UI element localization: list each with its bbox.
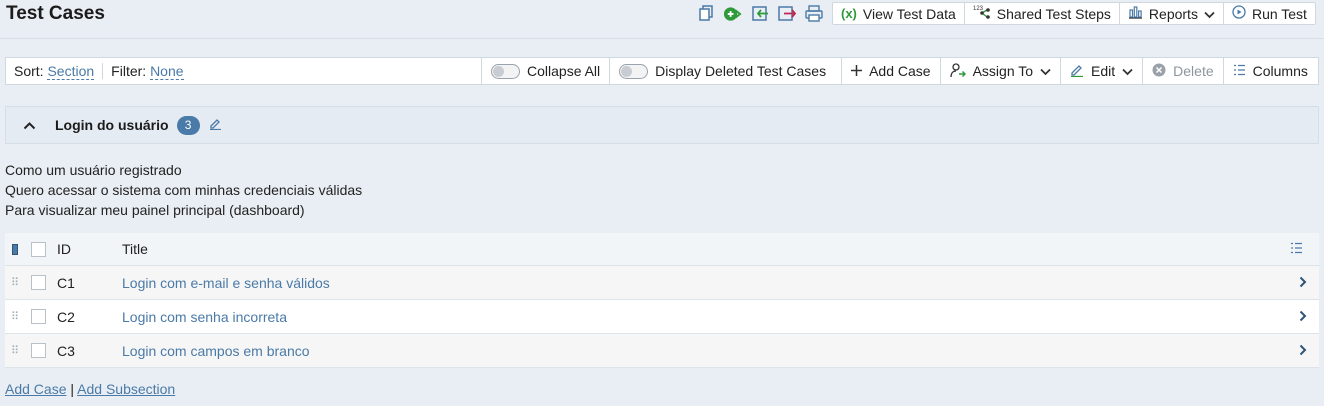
export-icon[interactable] xyxy=(777,4,796,23)
bar-chart-icon xyxy=(1128,5,1143,22)
svg-text:123: 123 xyxy=(973,6,984,12)
add-case-link[interactable]: Add Case xyxy=(5,381,66,397)
section-description: Como um usuário registrado Quero acessar… xyxy=(5,160,362,220)
table-row[interactable]: ⠿ C1 Login com e-mail e senha válidos xyxy=(5,266,1319,300)
column-settings-icon[interactable] xyxy=(1290,241,1303,257)
table-row[interactable]: ⠿ C2 Login com senha incorreta xyxy=(5,300,1319,334)
header-icon-bar xyxy=(696,4,823,23)
collapse-all-label: Collapse All xyxy=(527,63,601,79)
select-indicator-icon xyxy=(5,243,25,255)
case-title-link[interactable]: Login com senha incorreta xyxy=(122,309,287,325)
column-header-id[interactable]: ID xyxy=(57,241,71,257)
view-test-data-label: View Test Data xyxy=(862,5,956,22)
print-icon[interactable] xyxy=(804,4,823,23)
shared-steps-icon: 123 xyxy=(973,4,991,23)
table-row[interactable]: ⠿ C3 Login com campos em branco xyxy=(5,334,1319,368)
chevron-down-icon xyxy=(1122,63,1133,79)
columns-button[interactable]: Columns xyxy=(1224,58,1317,84)
plus-icon xyxy=(851,63,863,79)
import-icon[interactable] xyxy=(750,4,769,23)
sort-filter-bar: Sort: Section Filter: None xyxy=(6,58,482,84)
chevron-right-icon[interactable] xyxy=(1299,309,1307,325)
reports-label: Reports xyxy=(1148,5,1198,22)
link-separator: | xyxy=(70,381,75,397)
display-deleted-toggle-group: Display Deleted Test Cases xyxy=(610,58,843,84)
drag-handle-icon[interactable]: ⠿ xyxy=(5,310,25,323)
section-footer-links: Add Case | Add Subsection xyxy=(5,381,175,397)
run-test-label: Run Test xyxy=(1251,5,1307,22)
delete-label: Delete xyxy=(1173,63,1214,79)
run-test-button[interactable]: Run Test xyxy=(1224,3,1315,24)
display-deleted-toggle[interactable] xyxy=(619,63,649,79)
row-checkbox[interactable] xyxy=(31,343,46,358)
assign-user-icon xyxy=(949,62,966,81)
shared-test-steps-button[interactable]: 123 Shared Test Steps xyxy=(965,3,1120,24)
view-test-data-button[interactable]: (x) View Test Data xyxy=(833,3,965,24)
case-id: C3 xyxy=(57,342,75,359)
case-id: C1 xyxy=(57,274,75,291)
drag-handle-icon[interactable]: ⠿ xyxy=(5,276,25,289)
table-header-row: ID Title xyxy=(5,233,1319,266)
assign-to-button[interactable]: Assign To xyxy=(941,58,1062,84)
delete-x-icon xyxy=(1152,63,1166,80)
test-cases-table: ID Title ⠿ C1 Login com e-mail e senha v… xyxy=(5,233,1319,368)
display-deleted-label: Display Deleted Test Cases xyxy=(655,63,827,79)
description-line: Para visualizar meu painel principal (da… xyxy=(5,202,305,218)
filter-label: Filter: xyxy=(111,63,147,79)
add-run-icon[interactable] xyxy=(723,4,742,23)
collapse-all-toggle[interactable] xyxy=(491,63,520,79)
drag-handle-icon[interactable]: ⠿ xyxy=(5,344,25,357)
sort-filter-divider xyxy=(102,63,104,79)
case-count-badge: 3 xyxy=(176,115,200,135)
shared-test-steps-label: Shared Test Steps xyxy=(996,5,1111,22)
collapse-all-toggle-group: Collapse All xyxy=(482,58,611,84)
add-case-label: Add Case xyxy=(869,63,931,79)
variable-icon: (x) xyxy=(841,6,857,21)
edit-section-pencil-icon[interactable] xyxy=(209,117,222,133)
section-title: Login do usuário xyxy=(55,117,169,133)
description-line: Quero acessar o sistema com minhas crede… xyxy=(5,182,363,198)
add-case-button[interactable]: Add Case xyxy=(842,58,941,84)
chevron-down-icon xyxy=(1040,63,1051,79)
play-icon xyxy=(1232,5,1246,22)
chevron-right-icon[interactable] xyxy=(1299,343,1307,359)
assign-to-label: Assign To xyxy=(972,63,1034,79)
case-title-link[interactable]: Login com campos em branco xyxy=(122,343,310,359)
row-checkbox[interactable] xyxy=(31,275,46,290)
select-all-checkbox[interactable] xyxy=(31,241,46,257)
columns-label: Columns xyxy=(1252,63,1308,79)
sort-value-link[interactable]: Section xyxy=(47,63,95,80)
reports-button[interactable]: Reports xyxy=(1120,3,1224,24)
filter-value-link[interactable]: None xyxy=(150,63,184,80)
add-subsection-link[interactable]: Add Subsection xyxy=(77,381,175,397)
column-header-title[interactable]: Title xyxy=(122,241,148,257)
description-line: Como um usuário registrado xyxy=(5,162,182,178)
chevron-up-icon[interactable] xyxy=(23,117,37,133)
copy-icon[interactable] xyxy=(696,4,715,23)
header-divider xyxy=(0,38,1324,39)
row-checkbox[interactable] xyxy=(31,309,46,324)
pencil-icon xyxy=(1070,63,1084,80)
chevron-right-icon[interactable] xyxy=(1299,275,1307,291)
sort-label: Sort: xyxy=(14,63,44,79)
chevron-down-icon xyxy=(1204,6,1215,22)
case-title-link[interactable]: Login com e-mail e senha válidos xyxy=(122,275,330,291)
section-header: Login do usuário 3 xyxy=(5,106,1319,144)
edit-button[interactable]: Edit xyxy=(1061,58,1144,84)
header-button-group: (x) View Test Data 123 Shared Test Steps… xyxy=(832,2,1316,25)
edit-label: Edit xyxy=(1091,63,1116,79)
columns-list-icon xyxy=(1233,63,1246,79)
delete-button[interactable]: Delete xyxy=(1143,58,1224,84)
case-id: C2 xyxy=(57,308,75,325)
page-title: Test Cases xyxy=(6,3,105,24)
cases-toolbar: Sort: Section Filter: None Collapse All … xyxy=(5,57,1319,85)
